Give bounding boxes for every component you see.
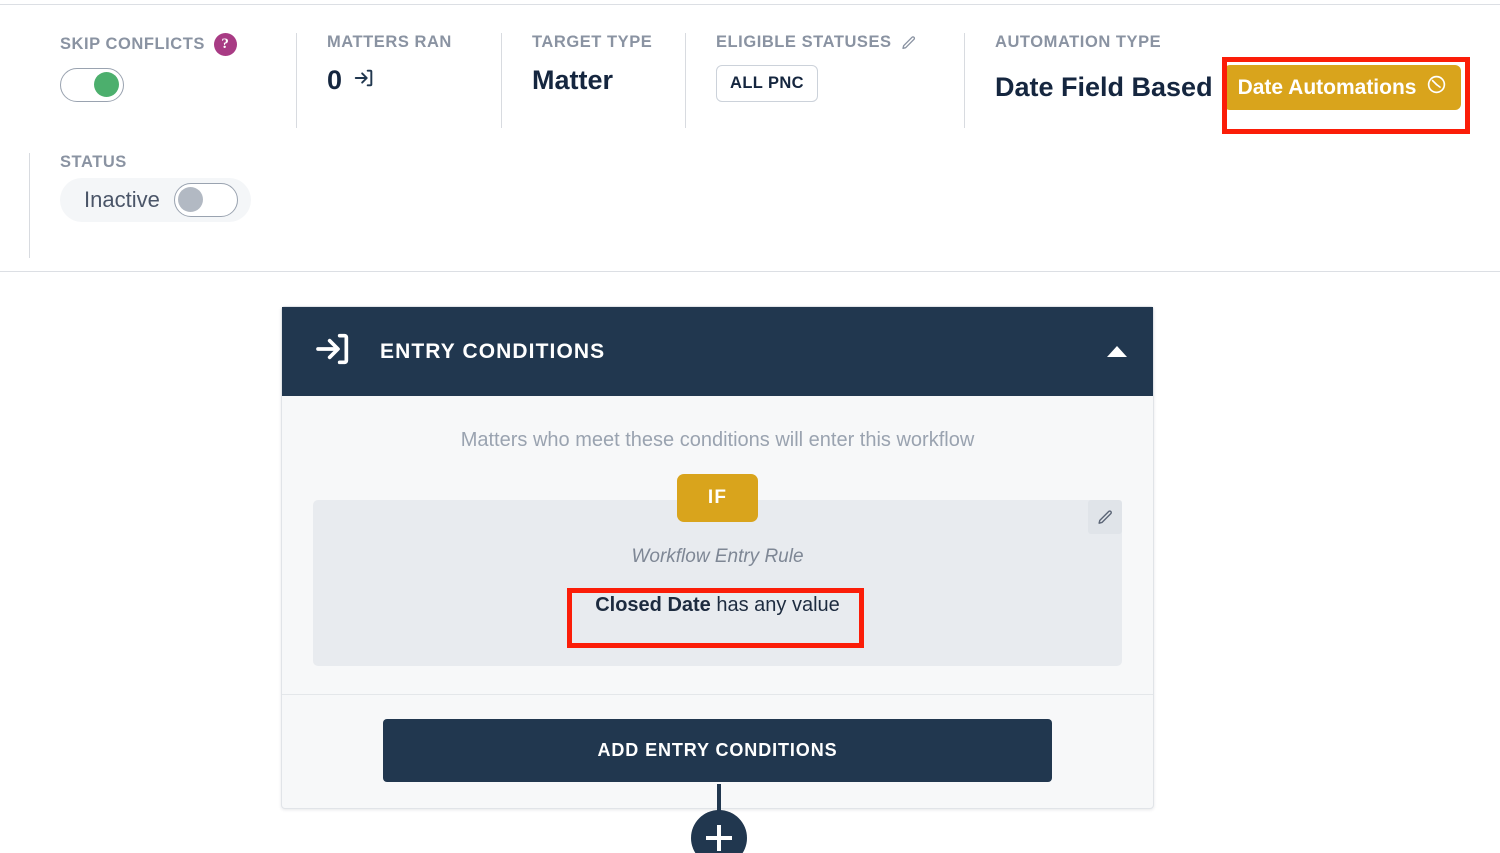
date-automations-badge[interactable]: Date Automations xyxy=(1223,65,1462,110)
metric-matters-ran: MATTERS RAN 0 xyxy=(296,33,500,128)
entry-rule-title: Workflow Entry Rule xyxy=(631,546,804,567)
status-value: Inactive xyxy=(84,187,160,212)
enter-arrow-icon xyxy=(313,329,353,374)
summary-strip: SKIP CONFLICTS ? MATTERS RAN 0 TARGET TY… xyxy=(0,5,1500,270)
enter-arrow-icon xyxy=(353,65,375,96)
clock-icon xyxy=(1426,74,1447,101)
metric-skip-conflicts: SKIP CONFLICTS ? xyxy=(30,33,295,128)
question-mark-icon[interactable]: ? xyxy=(213,33,237,56)
entry-conditions-header[interactable]: ENTRY CONDITIONS xyxy=(282,307,1153,396)
caret-up-icon[interactable] xyxy=(1107,346,1127,357)
pencil-icon[interactable] xyxy=(901,35,917,51)
skip-conflicts-toggle[interactable] xyxy=(60,68,124,102)
target-type-label: TARGET TYPE xyxy=(532,33,653,51)
add-step-button[interactable] xyxy=(691,810,747,853)
if-badge[interactable]: IF xyxy=(676,474,759,522)
metric-eligible-statuses: ELIGIBLE STATUSES ALL PNC xyxy=(685,33,963,128)
if-badge-wrapper: IF xyxy=(282,474,1153,522)
skip-conflicts-label-row: SKIP CONFLICTS ? xyxy=(60,33,295,56)
status-toggle-group[interactable]: Inactive xyxy=(60,178,251,222)
eligible-statuses-label: ELIGIBLE STATUSES xyxy=(716,33,892,51)
status-left-divider xyxy=(29,153,30,258)
skip-conflicts-label: SKIP CONFLICTS xyxy=(60,35,205,53)
toggle-knob xyxy=(177,187,203,212)
status-toggle[interactable] xyxy=(173,183,238,217)
entry-rule-field: Closed Date xyxy=(595,594,711,616)
summary-section-divider xyxy=(0,271,1500,272)
status-label: STATUS xyxy=(60,153,127,171)
entry-conditions-title: ENTRY CONDITIONS xyxy=(380,339,606,363)
eligible-statuses-label-row: ELIGIBLE STATUSES xyxy=(716,33,963,52)
automation-detail-page: SKIP CONFLICTS ? MATTERS RAN 0 TARGET TY… xyxy=(0,0,1500,853)
metric-target-type: TARGET TYPE Matter xyxy=(501,33,684,128)
add-entry-conditions-button[interactable]: ADD ENTRY CONDITIONS xyxy=(383,719,1052,782)
entry-conditions-card: ENTRY CONDITIONS Matters who meet these … xyxy=(281,306,1154,809)
date-automations-badge-label: Date Automations xyxy=(1237,75,1417,99)
matters-ran-value-row: 0 xyxy=(327,65,500,96)
automation-type-value-row: Date Field Based Date Automations xyxy=(995,65,1464,110)
entry-conditions-body: Matters who meet these conditions will e… xyxy=(282,396,1153,808)
eligible-statuses-chips: ALL PNC xyxy=(716,65,963,102)
metric-status: STATUS Inactive xyxy=(30,153,251,222)
plus-icon-vertical xyxy=(717,825,721,851)
automation-type-value: Date Field Based xyxy=(995,72,1213,102)
metric-automation-type: AUTOMATION TYPE Date Field Based Date Au… xyxy=(964,33,1464,128)
matters-ran-value: 0 xyxy=(327,65,343,95)
status-chip-all-pnc[interactable]: ALL PNC xyxy=(716,65,818,102)
matters-ran-label: MATTERS RAN xyxy=(327,33,452,51)
entry-rule-operator: has any value xyxy=(716,594,840,616)
toggle-knob xyxy=(94,72,119,97)
target-type-value: Matter xyxy=(532,65,614,95)
entry-conditions-helper-text: Matters who meet these conditions will e… xyxy=(460,429,975,451)
entry-rule-box: Workflow Entry Rule Closed Date has any … xyxy=(313,500,1122,666)
entry-rule-text: Closed Date has any value xyxy=(313,594,1122,617)
automation-type-label: AUTOMATION TYPE xyxy=(995,33,1162,51)
